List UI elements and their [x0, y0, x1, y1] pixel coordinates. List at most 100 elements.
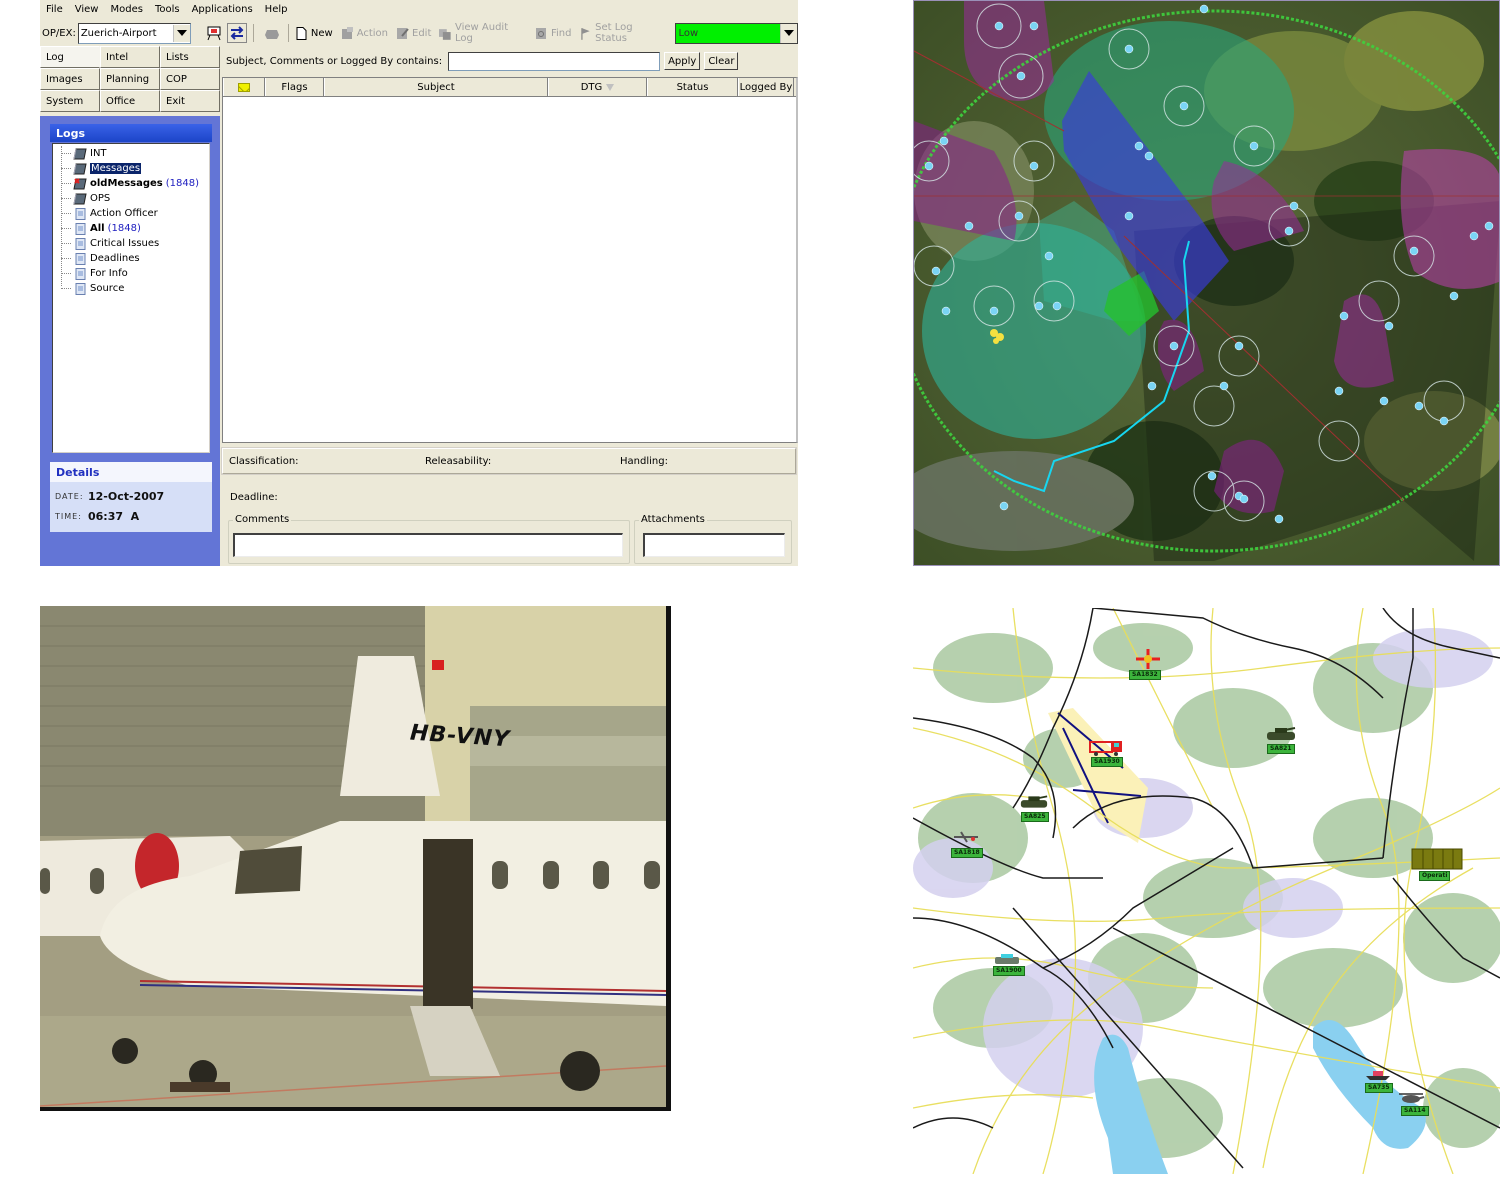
log-tree-item[interactable]: Critical Issues: [53, 236, 209, 251]
column-header-dtg[interactable]: DTG: [548, 78, 647, 96]
helicopter-icon[interactable]: [1397, 1092, 1425, 1104]
chevron-down-icon[interactable]: [779, 23, 797, 43]
presentation-icon[interactable]: [205, 23, 224, 43]
aircraft-symbol-icon[interactable]: [1135, 648, 1161, 670]
column-header-read[interactable]: [223, 78, 265, 96]
log-tree-item[interactable]: Source: [53, 281, 209, 296]
filter-input[interactable]: [448, 51, 661, 71]
log-status-select[interactable]: Low: [675, 22, 798, 44]
column-header-flags[interactable]: Flags: [265, 78, 324, 96]
unit-label-sa1818[interactable]: SA1818: [951, 848, 983, 858]
menu-applications[interactable]: Applications: [192, 4, 253, 15]
menu-view[interactable]: View: [75, 4, 99, 15]
nav-system[interactable]: System: [40, 90, 100, 112]
drone-icon[interactable]: [953, 830, 979, 844]
tank-icon[interactable]: [1019, 794, 1049, 810]
unit-label-sa821[interactable]: SA821: [1267, 744, 1295, 754]
log-tree-item[interactable]: oldMessages (1848): [53, 176, 209, 191]
opex-value: Zuerich-Airport: [80, 27, 157, 39]
unit-label-operations[interactable]: Operati: [1419, 871, 1451, 881]
log-book-icon: [73, 148, 90, 160]
nav-images[interactable]: Images: [40, 68, 100, 90]
unit-label-sa1900[interactable]: SA1900: [993, 966, 1025, 976]
sync-arrows-icon[interactable]: [227, 23, 247, 43]
unit-label-sa735[interactable]: SA735: [1365, 1083, 1393, 1093]
log-tree-item-label: Action Officer: [90, 208, 158, 219]
aircraft-photo-graphic: [40, 606, 666, 1107]
tactical-vector-map[interactable]: SA1832 SA1930 SA821 SA825 SA1818 SA1900 …: [913, 608, 1500, 1174]
action-button[interactable]: Action: [341, 26, 388, 40]
menu-file[interactable]: File: [46, 4, 63, 15]
log-tree-item[interactable]: For Info: [53, 266, 209, 281]
log-tree-item-label: For Info: [90, 268, 128, 279]
details-title: Details: [50, 462, 212, 482]
set-log-status-button[interactable]: Set Log Status: [580, 22, 666, 44]
boat-icon[interactable]: [1365, 1069, 1391, 1081]
logs-tree[interactable]: INT Messages oldMessages (1848) OPS Action Of…: [52, 143, 210, 453]
column-header-subject[interactable]: Subject: [324, 78, 548, 96]
log-tree-item[interactable]: Messages: [53, 161, 209, 176]
nav-office[interactable]: Office: [100, 90, 160, 112]
attachments-group: Attachments: [634, 514, 792, 564]
unit-label-sa1832[interactable]: SA1832: [1129, 670, 1161, 680]
column-header-logged-by[interactable]: Logged By: [738, 78, 794, 96]
opex-select[interactable]: Zuerich-Airport: [77, 22, 191, 44]
nav-cop[interactable]: COP: [160, 68, 220, 90]
nav-planning[interactable]: Planning: [100, 68, 160, 90]
log-tree-item-label: oldMessages: [90, 178, 163, 189]
nav-lists[interactable]: Lists: [160, 46, 220, 68]
toolbar-separator: [287, 24, 289, 42]
date-value: 12-Oct-2007: [88, 489, 165, 503]
releasability-label: Releasability:: [425, 455, 492, 467]
opex-label: OP/EX:: [42, 27, 76, 39]
log-tree-item[interactable]: Action Officer: [53, 206, 209, 221]
attachments-field[interactable]: [643, 533, 785, 557]
menu-modes[interactable]: Modes: [110, 4, 142, 15]
tank-icon[interactable]: [1265, 726, 1297, 742]
column-header-status[interactable]: Status: [647, 78, 738, 96]
aircraft-photo[interactable]: HB-VNY: [40, 606, 671, 1111]
time-value: 06:37 A: [88, 509, 140, 523]
log-entries-grid[interactable]: Flags Subject DTG Status Logged By: [222, 77, 798, 443]
logs-panel-title: Logs: [50, 124, 212, 142]
sort-descending-icon: [606, 83, 615, 91]
edit-button[interactable]: Edit: [396, 27, 431, 40]
find-button[interactable]: Find: [535, 27, 572, 40]
command-post-icon[interactable]: [1411, 848, 1463, 870]
chevron-down-icon[interactable]: [172, 24, 190, 42]
menu-tools[interactable]: Tools: [155, 4, 180, 15]
log-tree-item[interactable]: All (1848): [53, 221, 209, 236]
unit-label-sa1930[interactable]: SA1930: [1091, 757, 1123, 767]
swiss-flag-icon: [432, 660, 444, 670]
log-tree-item-label: INT: [90, 148, 107, 159]
detail-date-row: DATE: 12-Oct-2007: [50, 486, 212, 506]
unit-label-sa114[interactable]: SA114: [1401, 1106, 1429, 1116]
record-detail-area: Deadline: Comments Attachments: [222, 480, 798, 566]
log-tree-item[interactable]: OPS: [53, 191, 209, 206]
nav-intel[interactable]: Intel: [100, 46, 160, 68]
menu-help[interactable]: Help: [265, 4, 288, 15]
filter-page-icon: [73, 252, 90, 265]
view-audit-log-button[interactable]: View Audit Log: [439, 22, 527, 44]
print-icon[interactable]: [262, 23, 281, 43]
filter-page-icon: [73, 282, 90, 295]
satellite-coverage-map[interactable]: [913, 0, 1500, 566]
vehicle-icon[interactable]: [993, 954, 1021, 966]
clear-button[interactable]: Clear: [704, 52, 739, 70]
log-book-icon: [73, 193, 90, 205]
date-label: DATE:: [55, 491, 84, 501]
fire-truck-icon[interactable]: [1089, 740, 1123, 756]
comments-field[interactable]: [233, 533, 623, 557]
log-tree-item[interactable]: INT: [53, 146, 209, 161]
nav-log[interactable]: Log: [40, 46, 100, 68]
log-application-window: File View Modes Tools Applications Help …: [40, 0, 798, 566]
detail-time-row: TIME: 06:37 A: [50, 506, 212, 526]
nav-exit[interactable]: Exit: [160, 90, 220, 112]
left-pane: Logs INT Messages oldMessages (1848) OPS Acti…: [40, 116, 220, 566]
apply-button[interactable]: Apply: [664, 52, 701, 70]
menu-bar: File View Modes Tools Applications Help: [40, 0, 798, 19]
new-button[interactable]: New: [295, 26, 333, 40]
log-tree-item[interactable]: Deadlines: [53, 251, 209, 266]
unit-label-sa825[interactable]: SA825: [1021, 812, 1049, 822]
log-tree-item-count: (1848): [107, 223, 141, 234]
